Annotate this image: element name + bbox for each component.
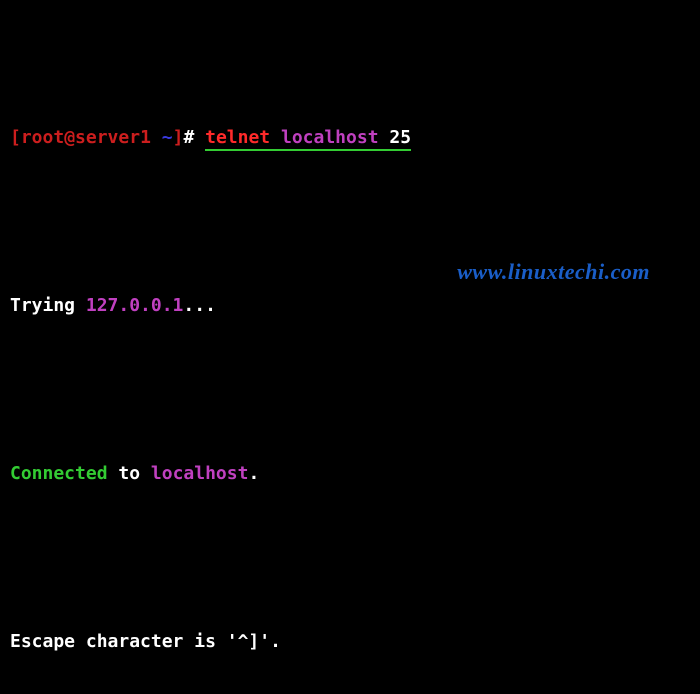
prompt-host: server1 [75, 127, 151, 148]
cmd-port: 25 [389, 127, 411, 151]
prompt-symbol: # [183, 127, 194, 148]
escape-text: Escape character is '^]'. [10, 631, 281, 652]
connected-dot: . [248, 463, 259, 484]
cmd-sep2 [379, 127, 390, 151]
prompt-user: root [21, 127, 64, 148]
line-escape: Escape character is '^]'. [10, 606, 690, 678]
line-connected: Connected to localhost. [10, 438, 690, 510]
prompt-close: ] [173, 127, 184, 148]
connected-host: localhost [151, 463, 249, 484]
watermark: www.linuxtechi.com [457, 260, 650, 284]
prompt-path: ~ [162, 127, 173, 148]
cmd-host: localhost [281, 127, 379, 151]
line-prompt-command: [root@server1 ~]# telnet localhost 25 [10, 102, 690, 174]
connected-prefix: Connected [10, 463, 108, 484]
trying-suffix: ... [183, 295, 216, 316]
cmd-sep [270, 127, 281, 151]
terminal-window[interactable]: [root@server1 ~]# telnet localhost 25 Tr… [0, 0, 700, 694]
prompt-at: @ [64, 127, 75, 148]
connected-mid: to [108, 463, 151, 484]
cmd-telnet: telnet [205, 127, 270, 151]
trying-prefix: Trying [10, 295, 86, 316]
trying-ip: 127.0.0.1 [86, 295, 184, 316]
prompt-open: [ [10, 127, 21, 148]
